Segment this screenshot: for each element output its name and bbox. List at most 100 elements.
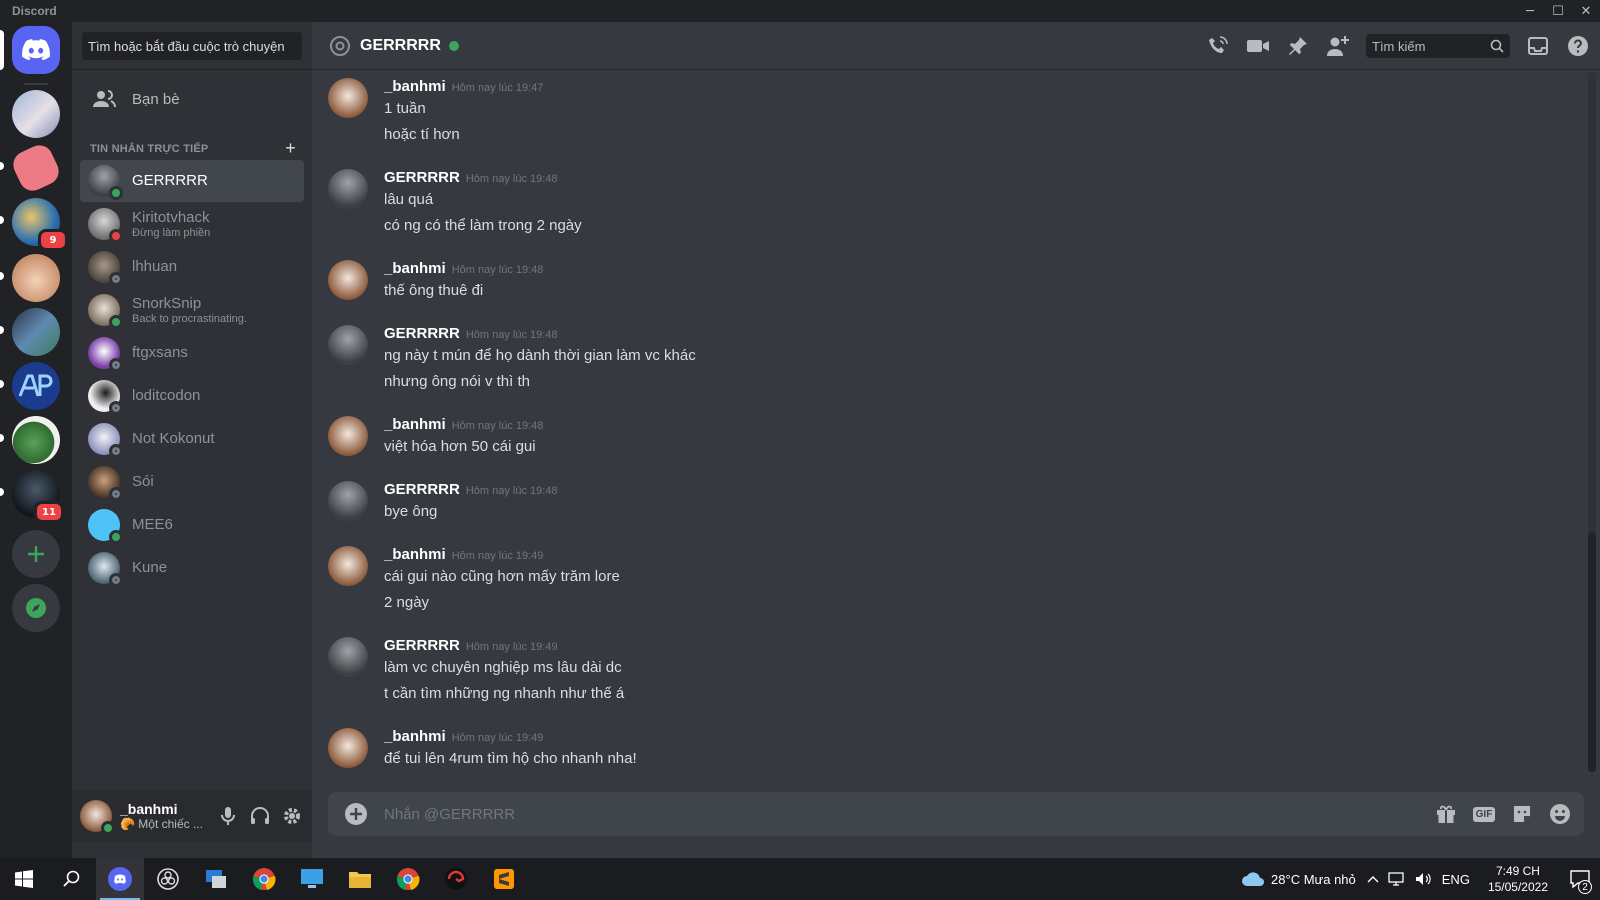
taskbar-garena[interactable] (432, 858, 480, 900)
emoji-button[interactable] (1548, 802, 1572, 826)
minimize-button[interactable]: ─ (1516, 0, 1544, 22)
message-author[interactable]: _banhmi Hôm nay lúc 19:49 (384, 728, 543, 745)
message-author[interactable]: GERRRRR Hôm nay lúc 19:48 (384, 169, 558, 186)
maximize-button[interactable]: ☐ (1544, 0, 1572, 22)
message-avatar[interactable] (328, 78, 368, 118)
message-avatar[interactable] (328, 416, 368, 456)
mute-button[interactable] (216, 804, 240, 828)
dm-item-ftgxsans[interactable]: ftgxsans (80, 332, 304, 374)
gift-icon (1437, 805, 1455, 823)
search-taskbar-button[interactable] (48, 858, 96, 900)
home-button[interactable] (12, 26, 60, 74)
start-button[interactable] (0, 858, 48, 900)
dm-item-kune[interactable]: Kune (80, 547, 304, 589)
user-settings-button[interactable] (280, 804, 304, 828)
message-avatar[interactable] (328, 546, 368, 586)
message-avatar[interactable] (328, 169, 368, 209)
server-icon-cat[interactable] (12, 254, 60, 302)
create-dm-button[interactable]: + (285, 138, 296, 159)
close-button[interactable]: ✕ (1572, 0, 1600, 22)
dm-item-mee6[interactable]: MEE6 (80, 504, 304, 546)
avatar (88, 294, 123, 329)
pinned-messages-button[interactable] (1286, 34, 1310, 58)
avatar (88, 509, 123, 544)
message-timestamp: Hôm nay lúc 19:49 (465, 641, 558, 653)
message-avatar[interactable] (328, 728, 368, 768)
message-scrollbar[interactable] (1588, 72, 1596, 772)
find-conversation-button[interactable]: Tìm hoặc bắt đầu cuộc trò chuyện (82, 32, 302, 60)
status-indicator (109, 358, 123, 372)
inbox-button[interactable] (1526, 34, 1550, 58)
taskbar-desktop[interactable] (288, 858, 336, 900)
taskbar-clock[interactable]: 7:49 CH 15/05/2022 (1488, 863, 1548, 895)
message-timestamp: Hôm nay lúc 19:47 (451, 82, 544, 94)
server-icon-ap[interactable] (12, 362, 60, 410)
message-avatar[interactable] (328, 481, 368, 521)
input-language[interactable]: ENG (1442, 872, 1470, 887)
taskbar-chrome[interactable] (240, 858, 288, 900)
server-icon-frog[interactable] (12, 416, 60, 464)
clock-time: 7:49 CH (1495, 864, 1540, 878)
add-server-button[interactable] (12, 530, 60, 578)
dm-sidebar: Tìm hoặc bắt đầu cuộc trò chuyện Bạn bè … (72, 22, 312, 858)
taskbar-app[interactable] (192, 858, 240, 900)
unread-indicator (0, 326, 4, 334)
upload-plus-icon[interactable] (344, 802, 368, 826)
message-composer[interactable]: Nhắn @GERRRRR GIF (328, 792, 1584, 836)
dm-item-snorksnip[interactable]: SnorkSnip Back to procrastinating. (80, 289, 304, 331)
message-avatar[interactable] (328, 637, 368, 677)
user-avatar[interactable] (80, 800, 115, 835)
video-call-button[interactable] (1246, 34, 1270, 58)
dm-item-kiritotvhack[interactable]: Kiritotvhack Đừng làm phiền (80, 203, 304, 245)
dm-name: SnorkSnip (132, 294, 202, 312)
server-icon-anime[interactable] (12, 90, 60, 138)
add-friends-to-dm-button[interactable] (1326, 34, 1350, 58)
message-avatar[interactable] (328, 325, 368, 365)
message-avatar[interactable] (328, 260, 368, 300)
at-icon (330, 35, 350, 56)
message-author[interactable]: _banhmi Hôm nay lúc 19:49 (384, 546, 543, 563)
gif-button[interactable]: GIF (1472, 802, 1496, 826)
deafen-button[interactable] (248, 804, 272, 828)
server-icon-brick[interactable] (8, 140, 64, 196)
dm-item-lhhuan[interactable]: lhhuan (80, 246, 304, 288)
taskbar-discord[interactable] (96, 858, 144, 900)
taskbar-chrome-profile[interactable] (384, 858, 432, 900)
taskbar-obs[interactable] (144, 858, 192, 900)
gift-button[interactable] (1434, 802, 1458, 826)
volume-icon[interactable] (1414, 871, 1432, 887)
clock-date: 15/05/2022 (1487, 880, 1548, 894)
notification-center-button[interactable]: 2 (1560, 870, 1600, 894)
scrollbar-thumb[interactable] (1588, 532, 1596, 772)
explore-servers-button[interactable] (12, 584, 60, 632)
channel-header: GERRRRR Tìm kiếm (312, 22, 1600, 70)
dm-item-loditcodon[interactable]: loditcodon (80, 375, 304, 417)
dm-name: loditcodon (132, 387, 201, 404)
dm-item-not-kokonut[interactable]: Not Kokonut (80, 418, 304, 460)
status-indicator (109, 444, 123, 458)
sticker-button[interactable] (1510, 802, 1534, 826)
server-icon-cube[interactable] (12, 308, 60, 356)
network-icon[interactable] (1388, 871, 1406, 887)
message-author[interactable]: _banhmi Hôm nay lúc 19:48 (384, 416, 543, 433)
weather-text[interactable]: 28°C Mưa nhỏ (1271, 872, 1356, 887)
online-status-dot (448, 40, 459, 51)
dm-item-soi[interactable]: Sói (80, 461, 304, 503)
friends-button[interactable]: Bạn bè (80, 78, 304, 120)
message-author[interactable]: GERRRRR Hôm nay lúc 19:48 (384, 481, 558, 498)
search-input[interactable]: Tìm kiếm (1366, 34, 1510, 58)
help-button[interactable] (1566, 34, 1590, 58)
message-author[interactable]: GERRRRR Hôm nay lúc 19:49 (384, 637, 558, 654)
taskbar-sublime[interactable] (480, 858, 528, 900)
chevron-up-icon[interactable] (1366, 872, 1380, 886)
avatar (88, 466, 123, 501)
dm-name: ftgxsans (132, 344, 188, 361)
dm-item-gerrrrr[interactable]: GERRRRR (80, 160, 304, 202)
message-author[interactable]: _banhmi Hôm nay lúc 19:47 (384, 78, 543, 95)
avatar (88, 423, 123, 458)
message-author[interactable]: GERRRRR Hôm nay lúc 19:48 (384, 325, 558, 342)
message-timestamp: Hôm nay lúc 19:48 (465, 173, 558, 185)
voice-call-button[interactable] (1206, 34, 1230, 58)
taskbar-file-explorer[interactable] (336, 858, 384, 900)
message-author[interactable]: _banhmi Hôm nay lúc 19:48 (384, 260, 543, 277)
